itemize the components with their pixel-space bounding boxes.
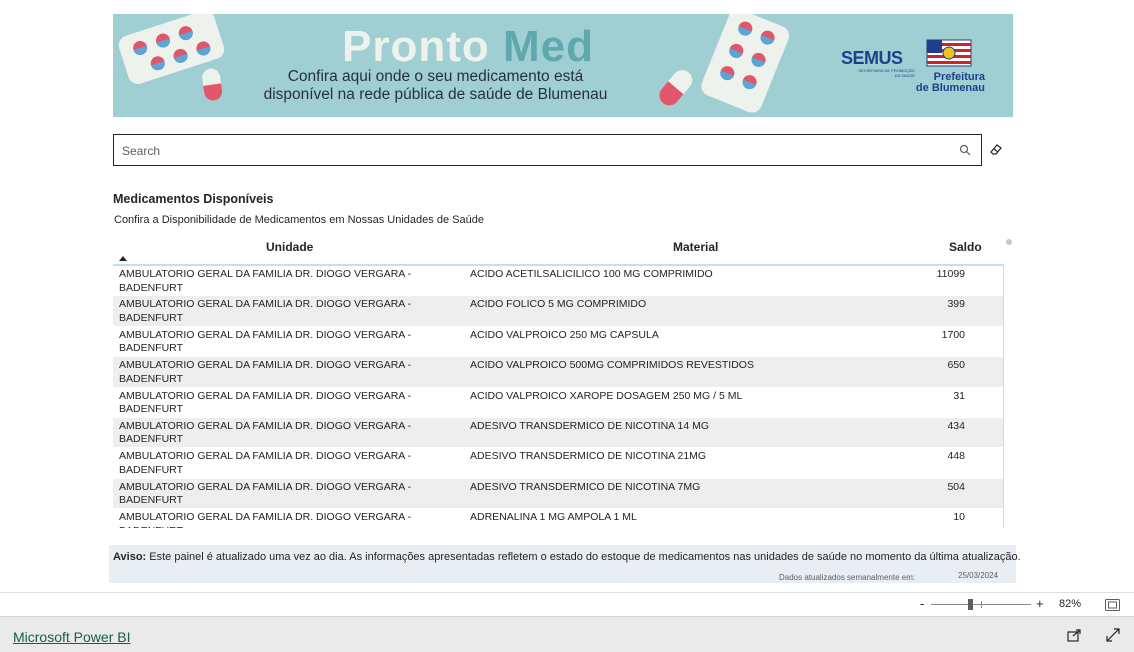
cell-unidade: AMBULATORIO GERAL DA FAMILIA DR. DIOGO V… <box>119 389 412 416</box>
expand-icon[interactable] <box>1106 628 1120 642</box>
table-row[interactable]: AMBULATORIO GERAL DA FAMILIA DR. DIOGO V… <box>113 296 1003 327</box>
semus-subtitle: SECRETARIA DE PROMOÇÃO DA SAÚDE <box>858 68 915 78</box>
cell-material: ACIDO VALPROICO XAROPE DOSAGEM 250 MG / … <box>470 389 743 402</box>
cell-material: ADESIVO TRANSDERMICO DE NICOTINA 7MG <box>470 480 701 493</box>
column-header-unidade[interactable]: Unidade <box>266 240 313 254</box>
zoom-in-button[interactable]: + <box>1036 596 1044 611</box>
cell-saldo: 11099 <box>936 268 965 280</box>
cell-unidade: AMBULATORIO GERAL DA FAMILIA DR. DIOGO V… <box>119 328 412 355</box>
cell-saldo: 1700 <box>941 328 965 341</box>
table-row[interactable]: AMBULATORIO GERAL DA FAMILIA DR. DIOGO V… <box>113 388 1003 418</box>
zoom-out-button[interactable]: - <box>920 596 924 611</box>
cell-unidade: AMBULATORIO GERAL DA FAMILIA DR. DIOGO V… <box>119 480 412 507</box>
banner-tagline: Confira aqui onde o seu medicamento está… <box>253 68 618 104</box>
tagline-line-1: Confira aqui onde o seu medicamento está <box>287 68 584 85</box>
cell-saldo: 10 <box>953 511 965 524</box>
cell-saldo: 448 <box>947 450 965 463</box>
brand-word-pronto: Pronto <box>342 22 490 71</box>
tagline-line-2: disponível na rede pública de saúde de B… <box>263 86 608 103</box>
zoom-level: 82% <box>1059 598 1082 610</box>
cell-saldo: 504 <box>947 480 965 493</box>
notice-label: Aviso: <box>113 551 147 563</box>
table-row[interactable]: AMBULATORIO GERAL DA FAMILIA DR. DIOGO V… <box>113 448 1003 479</box>
cell-material: ACIDO VALPROICO 500MG COMPRIMIDOS REVEST… <box>470 359 754 372</box>
zoom-slider-tick <box>981 601 982 608</box>
cell-material: ACIDO FOLICO 5 MG COMPRIMIDO <box>470 298 647 311</box>
semus-logo: SEMUS <box>841 48 903 68</box>
updated-date: 25/03/2024 <box>958 571 999 580</box>
update-notice: Aviso: Este painel é atualizado uma vez … <box>109 545 1021 583</box>
table-header: Unidade Material Saldo <box>113 238 1003 264</box>
prontomed-banner: Pronto Med Confira aqui onde o seu medic… <box>113 14 1013 117</box>
cell-material: ACIDO VALPROICO 250 MG CAPSULA <box>470 328 659 341</box>
fit-to-page-icon[interactable] <box>1105 599 1120 611</box>
brand-word-med: Med <box>503 22 594 71</box>
updated-label: Dados atualizados semanalmente em: <box>779 573 916 582</box>
search-box <box>113 134 982 166</box>
notice-message: Aviso: Este painel é atualizado uma vez … <box>113 551 1021 563</box>
cell-material: ADESIVO TRANSDERMICO DE NICOTINA 21MG <box>470 450 707 463</box>
share-icon[interactable] <box>1067 628 1082 642</box>
visual-title: Medicamentos Disponíveis <box>113 192 274 206</box>
table-row[interactable]: AMBULATORIO GERAL DA FAMILIA DR. DIOGO V… <box>113 357 1003 388</box>
cell-material: ADESIVO TRANSDERMICO DE NICOTINA 14 MG <box>470 419 710 432</box>
table-row[interactable]: AMBULATORIO GERAL DA FAMILIA DR. DIOGO V… <box>113 509 1003 528</box>
table-row[interactable]: AMBULATORIO GERAL DA FAMILIA DR. DIOGO V… <box>113 327 1003 358</box>
table-row[interactable]: AMBULATORIO GERAL DA FAMILIA DR. DIOGO V… <box>113 417 1003 449</box>
report-canvas: Pronto Med Confira aqui onde o seu medic… <box>0 0 1134 592</box>
table-body[interactable]: AMBULATORIO GERAL DA FAMILIA DR. DIOGO V… <box>113 264 1004 528</box>
cell-unidade: AMBULATORIO GERAL DA FAMILIA DR. DIOGO V… <box>119 450 412 476</box>
cell-unidade: AMBULATORIO GERAL DA FAMILIA DR. DIOGO V… <box>119 359 412 385</box>
notice-text: Este painel é atualizado uma vez ao dia.… <box>146 551 1021 563</box>
table-row[interactable]: AMBULATORIO GERAL DA FAMILIA DR. DIOGO V… <box>113 478 1003 510</box>
prefeitura-line-2: de Blumenau <box>915 82 985 94</box>
cell-unidade: AMBULATORIO GERAL DA FAMILIA DR. DIOGO V… <box>119 511 412 528</box>
search-icon[interactable] <box>959 144 971 156</box>
zoom-bar: - + 82% <box>0 592 1134 616</box>
cell-saldo: 434 <box>947 419 965 432</box>
visual-subtitle: Confira a Disponibilidade de Medicamento… <box>114 214 484 226</box>
column-header-saldo[interactable]: Saldo <box>949 240 982 254</box>
cell-unidade: AMBULATORIO GERAL DA FAMILIA DR. DIOGO V… <box>119 419 412 446</box>
sort-ascending-icon <box>119 256 127 261</box>
powerbi-footer: Microsoft Power BI <box>0 616 1134 652</box>
prontomed-logo-text: Pronto Med <box>318 22 618 72</box>
scrollbar-thumb[interactable] <box>1006 239 1012 245</box>
cell-saldo: 399 <box>947 298 965 311</box>
zoom-slider-thumb[interactable] <box>968 599 973 610</box>
cell-unidade: AMBULATORIO GERAL DA FAMILIA DR. DIOGO V… <box>119 268 412 294</box>
prefeitura-logo: Prefeitura de Blumenau <box>913 72 985 94</box>
column-header-material[interactable]: Material <box>673 240 718 254</box>
powerbi-link[interactable]: Microsoft Power BI <box>13 629 130 645</box>
cell-saldo: 31 <box>953 389 965 402</box>
cell-material: ADRENALINA 1 MG AMPOLA 1 ML <box>470 511 637 524</box>
cell-material: ACIDO ACETILSALICILICO 100 MG COMPRIMIDO <box>470 268 713 280</box>
table-row[interactable]: AMBULATORIO GERAL DA FAMILIA DR. DIOGO V… <box>113 266 1003 297</box>
cell-unidade: AMBULATORIO GERAL DA FAMILIA DR. DIOGO V… <box>119 298 412 324</box>
eraser-icon[interactable] <box>989 142 1003 156</box>
search-input[interactable] <box>122 141 942 161</box>
cell-saldo: 650 <box>947 359 965 372</box>
